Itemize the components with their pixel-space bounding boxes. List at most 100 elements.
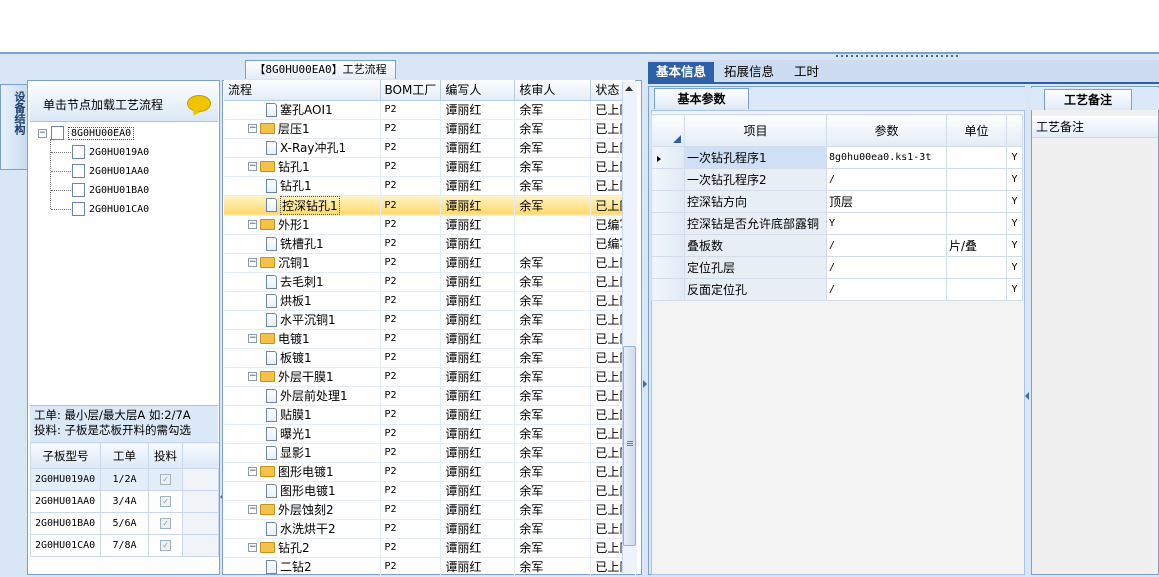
cell-param[interactable]: 8g0hu00ea0.ks1-3t [826,146,947,169]
cell-bom[interactable]: P2 [380,176,442,196]
table-row[interactable]: − 层压1 P2 谭丽红 余军 已上冈 [224,119,637,139]
cell-item[interactable]: 控深钻是否允许底部露铜 [684,212,827,235]
tree-root-node[interactable]: − 8G0HU00EA0 [38,125,135,141]
cell-flow[interactable]: 二钻2 [224,557,381,577]
table-row[interactable]: − 外形1 P2 谭丽红 已编写 [224,215,637,235]
cell-flow[interactable]: − 电镀1 [224,329,381,349]
cell-param[interactable]: Y [826,212,947,235]
cell-reviewer[interactable]: 余军 [514,386,592,406]
cell-writer[interactable]: 谭丽红 [440,462,516,482]
cell-bom[interactable]: P2 [380,138,442,158]
cell-flow[interactable]: 曝光1 [224,424,381,444]
col-header-param[interactable]: 参数 [826,114,947,147]
row-header[interactable] [651,234,685,257]
tree-child-node[interactable]: 2G0HU019A0 [72,144,149,160]
cell-flow[interactable]: 控深钻孔1 [224,195,381,216]
cell-bom[interactable]: P2 [380,329,442,349]
tree-child-node[interactable]: 2G0HU01BA0 [72,182,149,198]
collapse-icon[interactable]: − [248,220,257,229]
cell-flow[interactable]: − 外层蚀刻2 [224,500,381,520]
cell-flow[interactable]: 贴膜1 [224,405,381,425]
row-header[interactable] [651,256,685,279]
cell-writer[interactable]: 谭丽红 [440,386,516,406]
cell-reviewer[interactable]: 余军 [514,291,592,311]
cell-bom[interactable]: P2 [380,119,442,139]
cell-reviewer[interactable] [514,215,592,235]
table-row[interactable]: 钻孔1 P2 谭丽红 余军 已上冈 [224,176,637,196]
tab-process-notes[interactable]: 工艺备注 [1044,89,1132,110]
cell-flow[interactable]: 板镀1 [224,348,381,368]
feed-checkbox[interactable]: ✓ [160,474,171,485]
feed-checkbox[interactable]: ✓ [160,540,171,551]
table-row[interactable]: 控深钻是否允许底部露铜 Y Y [651,212,1023,235]
cell-reviewer[interactable]: 余军 [514,481,592,501]
col-header-item[interactable]: 项目 [684,114,827,147]
table-row[interactable]: − 图形电镀1 P2 谭丽红 余军 已上冈 [224,462,637,482]
table-row[interactable]: 2G0HU01CA0 7/8A ✓ [30,534,219,557]
tab-man-hours[interactable]: 工时 [786,62,827,83]
col-header-writer[interactable]: 编写人 [440,80,516,101]
cell-reviewer[interactable]: 余军 [514,443,592,463]
cell-reviewer[interactable]: 余军 [514,519,592,539]
col-header-order[interactable]: 工单 [100,442,149,469]
cell-bom[interactable]: P2 [380,519,442,539]
cell-param[interactable]: 顶层 [826,190,947,213]
cell-flow[interactable]: 外层前处理1 [224,386,381,406]
table-row[interactable]: 铣槽孔1 P2 谭丽红 已编写 [224,234,637,254]
cell-unit[interactable] [946,168,1007,191]
cell-flow[interactable]: 水平沉铜1 [224,310,381,330]
cell-bom[interactable]: P2 [380,253,442,273]
table-row[interactable]: − 钻孔1 P2 谭丽红 余军 已上冈 [224,157,637,177]
cell-item[interactable]: 反面定位孔 [684,278,827,301]
table-row[interactable]: 2G0HU01AA0 3/4A ✓ [30,490,219,513]
cell-flag[interactable]: Y [1006,168,1023,191]
cell-model[interactable]: 2G0HU01BA0 [30,512,101,535]
notes-column-header[interactable]: 工艺备注 [1032,116,1158,138]
cell-param[interactable]: / [826,278,947,301]
cell-flow[interactable]: 图形电镀1 [224,481,381,501]
cell-bom[interactable]: P2 [380,272,442,292]
collapse-right-icon[interactable] [643,380,647,388]
collapse-icon[interactable]: − [248,162,257,171]
col-header-reviewer[interactable]: 核审人 [514,80,592,101]
cell-model[interactable]: 2G0HU019A0 [30,468,101,491]
cell-flag[interactable]: Y [1006,190,1023,213]
collapse-icon[interactable]: − [248,505,257,514]
table-row[interactable]: − 电镀1 P2 谭丽红 余军 已上冈 [224,329,637,349]
cell-reviewer[interactable]: 余军 [514,500,592,520]
col-header-feed[interactable]: 投料 [148,442,183,469]
cell-flow[interactable]: 显影1 [224,443,381,463]
cell-writer[interactable]: 谭丽红 [440,538,516,558]
scroll-up-icon[interactable] [625,86,633,91]
table-row[interactable]: 定位孔层 / Y [651,256,1023,279]
cell-bom[interactable]: P2 [380,424,442,444]
table-row[interactable]: 烘板1 P2 谭丽红 余军 已上冈 [224,291,637,311]
cell-reviewer[interactable]: 余军 [514,348,592,368]
cell-item[interactable]: 定位孔层 [684,256,827,279]
cell-bom[interactable]: P2 [380,386,442,406]
table-row[interactable]: 显影1 P2 谭丽红 余军 已上冈 [224,443,637,463]
table-row[interactable]: 叠板数 / 片/叠 Y [651,234,1023,257]
cell-writer[interactable]: 谭丽红 [440,310,516,330]
cell-reviewer[interactable]: 余军 [514,557,592,577]
row-header[interactable] [651,212,685,235]
cell-bom[interactable]: P2 [380,100,442,120]
cell-reviewer[interactable] [514,234,592,254]
cell-reviewer[interactable]: 余军 [514,138,592,158]
cell-param[interactable]: / [826,256,947,279]
cell-reviewer[interactable]: 余军 [514,424,592,444]
cell-unit[interactable] [946,190,1007,213]
table-row[interactable]: − 外层蚀刻2 P2 谭丽红 余军 已上冈 [224,500,637,520]
cell-bom[interactable]: P2 [380,215,442,235]
table-row[interactable]: 水平沉铜1 P2 谭丽红 余军 已上冈 [224,310,637,330]
tab-basic-params[interactable]: 基本参数 [654,88,749,109]
cell-reviewer[interactable]: 余军 [514,367,592,387]
cell-flow[interactable]: 钻孔1 [224,176,381,196]
cell-writer[interactable]: 谭丽红 [440,367,516,387]
cell-model[interactable]: 2G0HU01CA0 [30,534,101,557]
cell-writer[interactable]: 谭丽红 [440,500,516,520]
cell-flow[interactable]: − 层压1 [224,119,381,139]
cell-writer[interactable]: 谭丽红 [440,443,516,463]
cell-reviewer[interactable]: 余军 [514,272,592,292]
cell-item[interactable]: 控深钻方向 [684,190,827,213]
